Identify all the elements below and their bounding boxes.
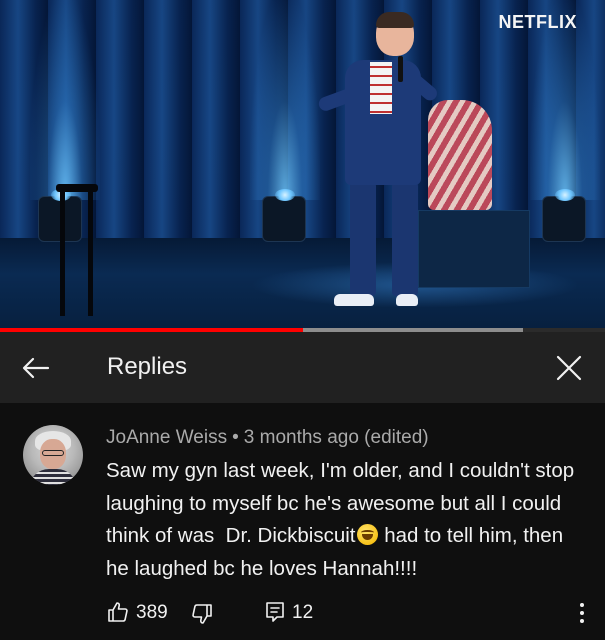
netflix-logo: NETFLIX bbox=[498, 12, 577, 32]
microphone bbox=[398, 56, 403, 82]
comment-thread-item: JoAnne Weiss • 3 months ago (edited) Saw m… bbox=[0, 403, 605, 640]
panel-title: Replies bbox=[107, 353, 188, 380]
stage-light bbox=[262, 189, 306, 242]
dislike-button[interactable] bbox=[190, 602, 214, 626]
avatar-shirt bbox=[29, 469, 77, 485]
video-player[interactable]: NETFLIX bbox=[0, 0, 605, 328]
stage-platform bbox=[418, 210, 530, 288]
grinning-squinting-face-icon bbox=[356, 524, 378, 545]
comment-text: Saw my gyn last week, I'm older, and I c… bbox=[106, 455, 588, 585]
thumbs-down-icon bbox=[192, 604, 212, 624]
comment-timestamp: 3 months ago (edited) bbox=[243, 427, 429, 448]
reply-count: 12 bbox=[292, 602, 314, 623]
back-button[interactable] bbox=[18, 350, 54, 386]
close-icon bbox=[556, 355, 582, 381]
like-count: 389 bbox=[136, 602, 168, 623]
performer-hair bbox=[376, 12, 414, 28]
like-button[interactable] bbox=[106, 600, 130, 624]
stool-leg bbox=[60, 190, 65, 316]
comment-meta: JoAnne Weiss • 3 months ago (edited) bbox=[106, 427, 429, 449]
replies-header: Replies bbox=[0, 332, 605, 403]
avatar[interactable] bbox=[23, 425, 83, 485]
reply-button[interactable] bbox=[264, 600, 286, 624]
avatar-glasses bbox=[42, 450, 64, 456]
performer-shoe bbox=[334, 294, 374, 306]
stage-light bbox=[542, 189, 586, 242]
performer-shoe bbox=[396, 294, 418, 306]
performer-shirt bbox=[370, 62, 392, 114]
arrow-left-icon bbox=[22, 357, 50, 379]
spotlight-beam bbox=[250, 0, 320, 200]
performer-leg bbox=[392, 182, 418, 296]
spotlight-beam bbox=[30, 0, 100, 200]
thumbs-up-icon bbox=[108, 602, 128, 622]
more-options-button[interactable] bbox=[574, 600, 590, 626]
reply-comment-icon bbox=[266, 602, 284, 622]
zebra-prop bbox=[428, 100, 492, 210]
more-vertical-icon bbox=[580, 603, 584, 623]
stool-leg bbox=[88, 190, 93, 316]
comment-author[interactable]: JoAnne Weiss bbox=[106, 427, 227, 448]
comment-actions: 389 12 bbox=[106, 600, 596, 630]
close-button[interactable] bbox=[551, 350, 587, 386]
performer-leg bbox=[350, 182, 376, 296]
meta-separator: • bbox=[232, 427, 239, 448]
